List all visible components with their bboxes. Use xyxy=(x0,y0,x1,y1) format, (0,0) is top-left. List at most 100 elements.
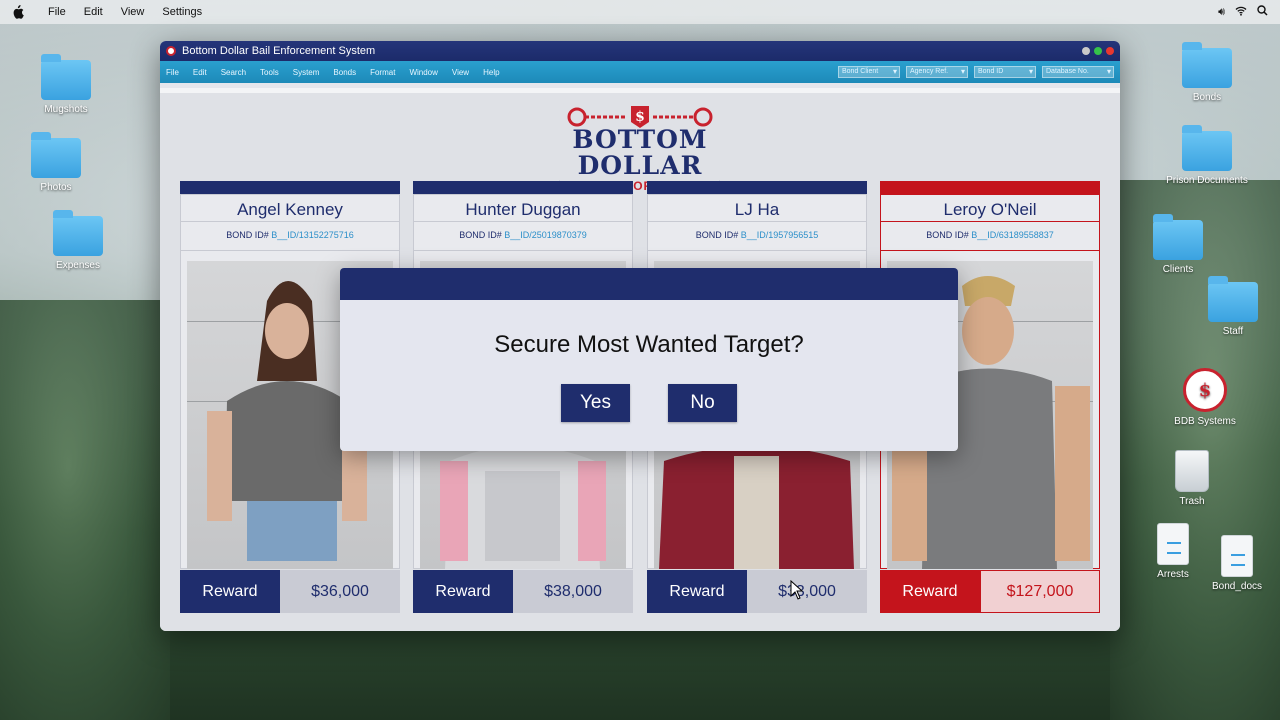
bond-id-label: BOND ID# xyxy=(226,230,269,240)
menubar-status-area: 🔊︎ xyxy=(1218,5,1268,19)
app-logo-icon xyxy=(166,46,176,56)
filter-database-no[interactable]: Database No. xyxy=(1042,66,1114,78)
desktop-icon-bond-docs[interactable]: Bond_docs xyxy=(1197,535,1277,592)
app-menu-bonds[interactable]: Bonds xyxy=(333,68,356,77)
desktop-icon-label: BDB Systems xyxy=(1174,416,1236,427)
reward-amount: $38,000 xyxy=(513,570,633,613)
card-topbar xyxy=(180,181,400,194)
dialog-question: Secure Most Wanted Target? xyxy=(494,331,804,358)
reward-button[interactable]: Reward xyxy=(647,570,747,613)
target-name: Hunter Duggan xyxy=(465,200,581,219)
reward-amount: $33,000 xyxy=(747,570,867,613)
document-icon xyxy=(1221,535,1253,577)
window-title: Bottom Dollar Bail Enforcement System xyxy=(182,45,376,57)
desktop-icon-clients[interactable]: Clients xyxy=(1138,214,1218,275)
svg-text:$: $ xyxy=(635,109,645,125)
bottom-dollar-logo: $ BOTTOM DOLLAR ★BAIL ENFORCEMENT★ xyxy=(520,97,760,193)
reward-row: Reward $127,000 xyxy=(880,570,1100,613)
folder-icon xyxy=(1153,214,1203,260)
target-name: LJ Ha xyxy=(734,200,780,219)
bond-id-value: B__ID/25019870379 xyxy=(504,230,587,240)
menubar-edit[interactable]: Edit xyxy=(84,6,103,18)
app-menu-window[interactable]: Window xyxy=(409,68,437,77)
desktop-icon-label: Mugshots xyxy=(44,104,88,115)
dialog-actions: Yes No xyxy=(340,384,958,422)
confirm-dialog: Secure Most Wanted Target? Yes No xyxy=(340,268,958,451)
desktop-icon-expenses[interactable]: Expenses xyxy=(38,210,118,271)
reward-amount: $127,000 xyxy=(980,570,1100,613)
divider xyxy=(881,250,1099,251)
app-menu-system[interactable]: System xyxy=(293,68,320,77)
document-icon xyxy=(1157,523,1189,565)
menubar-settings[interactable]: Settings xyxy=(162,6,202,18)
app-menu-view[interactable]: View xyxy=(452,68,469,77)
minimize-button[interactable] xyxy=(1082,47,1090,55)
app-menu-search[interactable]: Search xyxy=(221,68,246,77)
desktop-icon-bdb-systems[interactable]: $ BDB Systems xyxy=(1165,368,1245,427)
window-controls xyxy=(1082,47,1114,55)
filter-agency-ref[interactable]: Agency Ref. xyxy=(906,66,968,78)
bond-id-value: B__ID/63189558837 xyxy=(971,230,1054,240)
folder-icon xyxy=(1182,125,1232,171)
app-menu-help[interactable]: Help xyxy=(483,68,499,77)
filter-bar: Bond Client Agency Ref. Bond ID Database… xyxy=(838,66,1114,78)
wifi-icon[interactable] xyxy=(1235,6,1247,19)
target-name: Angel Kenney xyxy=(237,200,343,219)
bond-id-line: BOND ID# B__ID/13152275716 xyxy=(181,222,399,250)
divider xyxy=(648,250,866,251)
reward-row: Reward $33,000 xyxy=(647,570,867,613)
desktop-icon-bonds[interactable]: Bonds xyxy=(1167,42,1247,103)
volume-icon[interactable]: 🔊︎ xyxy=(1218,6,1225,19)
desktop-icon-photos[interactable]: Photos xyxy=(16,132,96,193)
yes-button[interactable]: Yes xyxy=(561,384,630,422)
menubar-view[interactable]: View xyxy=(121,6,145,18)
window-titlebar[interactable]: Bottom Dollar Bail Enforcement System xyxy=(160,41,1120,61)
folder-icon xyxy=(53,210,103,256)
mouse-cursor-icon xyxy=(790,580,804,600)
apple-icon[interactable] xyxy=(12,5,26,19)
folder-icon xyxy=(31,132,81,178)
no-button[interactable]: No xyxy=(668,384,737,422)
close-button[interactable] xyxy=(1106,47,1114,55)
divider xyxy=(414,250,632,251)
divider xyxy=(181,250,399,251)
app-menu-file[interactable]: File xyxy=(166,68,179,77)
app-menu-tools[interactable]: Tools xyxy=(260,68,279,77)
trash-icon xyxy=(1175,450,1209,492)
bond-id-label: BOND ID# xyxy=(695,230,739,240)
handcuffs-icon: $ xyxy=(567,106,713,128)
menubar-file[interactable]: File xyxy=(48,6,66,18)
system-menubar: File Edit View Settings 🔊︎ xyxy=(0,0,1280,24)
folder-icon xyxy=(1208,276,1258,322)
filter-bond-id[interactable]: Bond ID xyxy=(974,66,1036,78)
bond-id-value: B__ID/1957956515 xyxy=(740,230,819,240)
spotlight-search-icon[interactable] xyxy=(1257,5,1268,19)
filter-bond-client[interactable]: Bond Client xyxy=(838,66,900,78)
desktop-icon-label: Bonds xyxy=(1192,92,1222,103)
reward-button[interactable]: Reward xyxy=(180,570,280,613)
desktop-icon-label: Staff xyxy=(1222,326,1244,337)
desktop-icon-label: Prison Documents xyxy=(1166,175,1248,186)
desktop-icon-staff[interactable]: Staff xyxy=(1193,276,1273,337)
reward-row: Reward $38,000 xyxy=(413,570,633,613)
bond-id-line: BOND ID# B__ID/25019870379 xyxy=(414,222,632,250)
reward-button[interactable]: Reward xyxy=(413,570,513,613)
app-menu-edit[interactable]: Edit xyxy=(193,68,207,77)
logo-title: BOTTOM DOLLAR xyxy=(572,125,708,180)
desktop-icon-prison-documents[interactable]: Prison Documents xyxy=(1157,125,1257,186)
bond-id-value: B__ID/13152275716 xyxy=(271,230,354,240)
folder-icon xyxy=(1182,42,1232,88)
desktop-icon-label: Clients xyxy=(1162,264,1194,275)
desktop-icon-mugshots[interactable]: Mugshots xyxy=(26,54,106,115)
reward-amount: $36,000 xyxy=(280,570,400,613)
zoom-button[interactable] xyxy=(1094,47,1102,55)
bond-id-label: BOND ID# xyxy=(459,230,502,240)
desktop-icon-label: Bond_docs xyxy=(1211,581,1263,592)
desktop-icon-trash[interactable]: Trash xyxy=(1152,450,1232,507)
background-hills-left xyxy=(0,300,170,720)
reward-button[interactable]: Reward xyxy=(880,570,980,613)
desktop-icon-label: Photos xyxy=(40,182,72,193)
desktop-icon-label: Expenses xyxy=(56,260,100,271)
app-menu-format[interactable]: Format xyxy=(370,68,395,77)
dialog-header xyxy=(340,268,958,300)
